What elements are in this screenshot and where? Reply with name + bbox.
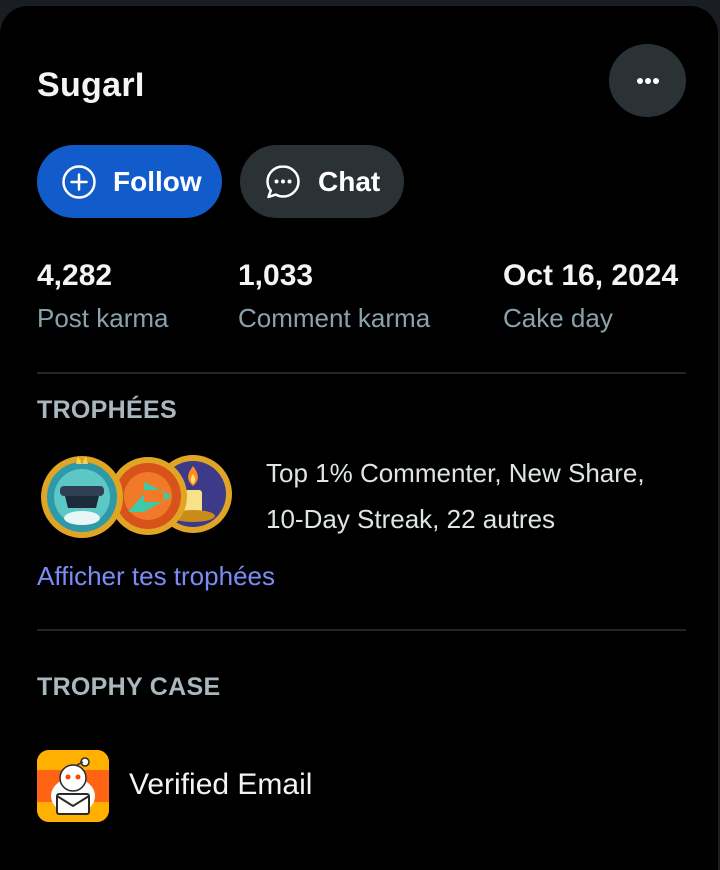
top-commenter-trophy-icon [41, 456, 123, 538]
verified-email-label: Verified Email [129, 768, 313, 801]
chat-label: Chat [318, 165, 381, 197]
verified-email-icon [37, 750, 109, 822]
view-trophies-link[interactable]: Afficher tes trophées [37, 561, 275, 592]
post-karma-value: 4,282 [37, 259, 113, 292]
trophies-section-title: TROPHÉES [37, 396, 177, 424]
trophies-summary-line-2: 10-Day Streak, 22 autres [266, 504, 556, 534]
more-options-button[interactable] [609, 44, 686, 117]
username: SugarI [37, 66, 145, 104]
follow-label: Follow [113, 165, 202, 197]
cake-day-value: Oct 16, 2024 [503, 259, 679, 292]
ellipsis-icon [636, 77, 659, 84]
follow-button[interactable]: Follow [37, 145, 222, 218]
trophy-icons-stack[interactable] [38, 452, 238, 542]
comment-karma-value: 1,033 [238, 259, 314, 292]
plus-circle-icon [62, 164, 96, 199]
stat-comment-karma: 1,033 Comment karma [238, 258, 430, 334]
comment-karma-label: Comment karma [238, 303, 431, 333]
divider [37, 629, 686, 631]
trophies-summary-line-1: Top 1% Commenter, New Share, [266, 458, 645, 488]
trophies-summary: Top 1% Commenter, New Share, 10-Day Stre… [266, 450, 686, 542]
profile-card: SugarI Follow Chat 4,282 Post karma 1,03… [0, 6, 718, 870]
divider [37, 372, 686, 374]
stat-cake-day: Oct 16, 2024 Cake day [503, 258, 678, 334]
chat-button[interactable]: Chat [240, 145, 404, 218]
cake-day-label: Cake day [503, 303, 613, 333]
trophy-case-section-title: TROPHY CASE [37, 673, 221, 701]
chat-bubble-icon [266, 164, 300, 198]
stat-post-karma: 4,282 Post karma [37, 258, 169, 334]
post-karma-label: Post karma [37, 303, 169, 333]
